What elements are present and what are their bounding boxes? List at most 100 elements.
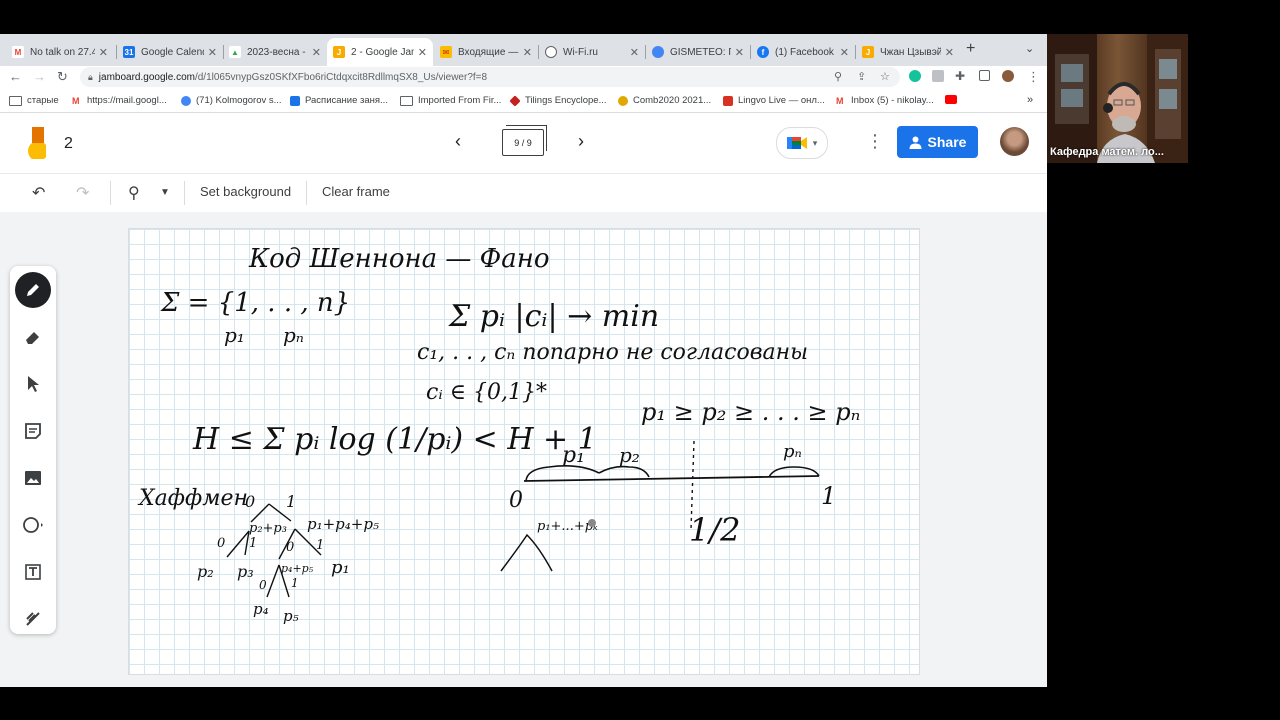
- image-icon: [25, 471, 41, 485]
- frame-bar-toggle[interactable]: 9 / 9: [502, 125, 547, 156]
- redo-icon[interactable]: ↷: [76, 183, 89, 203]
- tree-label: p₁: [331, 557, 350, 578]
- jamboard-logo: [28, 127, 46, 159]
- bookmark-folder-old[interactable]: старые: [9, 95, 59, 106]
- new-tab-button[interactable]: +: [966, 40, 975, 58]
- grammarly-icon[interactable]: [909, 70, 921, 82]
- shape-tool[interactable]: [15, 507, 51, 543]
- more-options-icon[interactable]: ⋮: [866, 131, 884, 152]
- close-tab-icon[interactable]: ✕: [312, 46, 321, 59]
- objective-text: Σ pᵢ |cᵢ| → min: [448, 299, 659, 334]
- eraser-tool[interactable]: [15, 319, 51, 355]
- set-background-button[interactable]: Set background: [200, 184, 291, 199]
- bookmark-label: Lingvo Live — онл...: [738, 95, 825, 106]
- close-tab-icon[interactable]: ✕: [630, 46, 639, 59]
- bookmark-folder-imported[interactable]: Imported From Fir...: [400, 95, 501, 106]
- title-text: Код Шеннона — Фано: [248, 244, 550, 274]
- tab-drive[interactable]: ▲ 2023-весна - ✕: [223, 38, 327, 66]
- tab-title: No talk on 27.4: [30, 46, 95, 58]
- back-arrow-icon[interactable]: ←: [9, 69, 22, 84]
- share-button[interactable]: Share: [897, 126, 978, 158]
- tree-label: 0: [217, 536, 225, 551]
- next-frame-chevron-icon[interactable]: ›: [578, 131, 584, 152]
- jamboard-icon: J: [333, 46, 345, 58]
- pen-tool[interactable]: [15, 272, 51, 308]
- bookmark-lingvo[interactable]: Lingvo Live — онл...: [723, 95, 825, 106]
- tab-title: 2023-весна -: [247, 46, 306, 58]
- share-page-icon[interactable]: ⇪: [857, 70, 866, 83]
- undo-icon[interactable]: ↶: [32, 183, 45, 203]
- bookmark-inbox[interactable]: M Inbox (5) - nikolay...: [836, 95, 934, 106]
- bookmark-schedule[interactable]: Расписание заня...: [290, 95, 388, 106]
- meet-present-button[interactable]: ▾: [776, 127, 828, 159]
- tab-facebook[interactable]: f (1) Facebook ✕: [751, 38, 855, 66]
- extension-icon[interactable]: [932, 70, 944, 82]
- bookmark-gmail[interactable]: Mhttps://mail.googl...: [72, 95, 167, 106]
- tab-jamboard-2[interactable]: J Чжан Цзывэй ✕: [856, 38, 960, 66]
- tree-label: p₃: [237, 562, 254, 581]
- interval-pn: pₙ: [783, 441, 802, 462]
- bookmark-label: Inbox (5) - nikolay...: [851, 95, 934, 106]
- interval-p1: p₁: [562, 443, 585, 468]
- bookmark-kolmogorov[interactable]: (71) Kolmogorov s...: [181, 95, 282, 106]
- tab-gmail[interactable]: M No talk on 27.4 ✕: [6, 38, 114, 66]
- close-tab-icon[interactable]: ✕: [945, 46, 954, 59]
- bookmark-label: (71) Kolmogorov s...: [196, 95, 282, 106]
- sticky-note-tool[interactable]: [15, 413, 51, 449]
- tab-yandex-mail[interactable]: ✉ Входящие — ✕: [434, 38, 538, 66]
- document-name[interactable]: 2: [64, 135, 73, 153]
- whiteboard-canvas[interactable]: Код Шеннона — Фано Σ = {1, . . , n} p₁ p…: [128, 228, 920, 675]
- ordering-text: p₁ ≥ p₂ ≥ . . . ≥ pₙ: [641, 398, 860, 426]
- side-panel-icon[interactable]: [979, 70, 990, 81]
- tab-title: Google Calendar: [141, 46, 204, 58]
- close-tab-icon[interactable]: ✕: [99, 46, 108, 59]
- clear-frame-button[interactable]: Clear frame: [322, 184, 390, 199]
- browser-menu-icon[interactable]: ⋮: [1027, 69, 1040, 85]
- close-tab-icon[interactable]: ✕: [418, 46, 427, 59]
- reload-icon[interactable]: ↻: [57, 69, 68, 85]
- forward-arrow-icon[interactable]: →: [33, 69, 46, 84]
- tab-search-chevron-icon[interactable]: ⌄: [1025, 42, 1034, 55]
- text-box-tool[interactable]: [15, 554, 51, 590]
- select-tool[interactable]: [15, 366, 51, 402]
- close-tab-icon[interactable]: ✕: [208, 46, 217, 59]
- text-box-icon: [25, 564, 41, 580]
- bookmark-label: https://mail.googl...: [87, 95, 167, 106]
- zoom-icon[interactable]: ⚲: [128, 183, 140, 203]
- previous-frame-chevron-icon[interactable]: ‹: [455, 131, 461, 152]
- probabilities-text: p₁ pₙ: [224, 323, 304, 347]
- more-bookmarks-chevron-icon[interactable]: »: [1027, 94, 1033, 106]
- close-tab-icon[interactable]: ✕: [840, 46, 849, 59]
- laser-pointer-icon: [26, 612, 40, 626]
- laser-tool[interactable]: [15, 601, 51, 637]
- bookmark-youtube[interactable]: [945, 95, 962, 104]
- tree-label: p₄: [253, 600, 269, 618]
- zoom-dropdown-icon[interactable]: ▼: [160, 187, 170, 198]
- close-tab-icon[interactable]: ✕: [523, 46, 532, 59]
- bookmark-comb2020[interactable]: Comb2020 2021...: [618, 95, 711, 106]
- membership-text: cᵢ ∈ {0,1}*: [426, 380, 547, 405]
- tree-label: 1: [286, 492, 296, 511]
- account-avatar[interactable]: [1000, 127, 1029, 156]
- profile-avatar[interactable]: [1002, 70, 1014, 82]
- drive-icon: ▲: [229, 46, 241, 58]
- tab-gismeteo[interactable]: GISMETEO: П ✕: [646, 38, 750, 66]
- gmail-icon: M: [836, 95, 844, 106]
- huffman-tree-labels: 0 1 p₂+p₃ p₁+p₄+p₅ 0 1 0 1 p₂ p₃ p₄+p₅ p…: [197, 492, 379, 625]
- youtube-icon: [945, 95, 957, 104]
- huffman-label: Хаффмен: [137, 486, 248, 511]
- bookmarks-bar: старые Mhttps://mail.googl... (71) Kolmo…: [0, 90, 1047, 113]
- navigation-bar: ← → ↻ 🔒︎ jamboard.google.com/d/1l065vnyp…: [0, 66, 1047, 90]
- tab-jamboard[interactable]: J 2 - Google Jam ✕: [327, 38, 433, 66]
- address-bar[interactable]: 🔒︎ jamboard.google.com/d/1l065vnypGsz0SK…: [80, 67, 900, 87]
- puzzle-icon[interactable]: ✚: [955, 69, 965, 83]
- tab-calendar[interactable]: 31 Google Calendar ✕: [117, 38, 223, 66]
- image-tool[interactable]: [15, 460, 51, 496]
- close-tab-icon[interactable]: ✕: [735, 46, 744, 59]
- bookmark-star-icon[interactable]: ☆: [880, 70, 890, 83]
- alphabet-text: Σ = {1, . . , n}: [160, 288, 350, 318]
- zoom-icon[interactable]: ⚲: [834, 70, 842, 83]
- bookmark-tilings[interactable]: Tilings Encyclope...: [509, 94, 607, 107]
- tab-wifi[interactable]: Wi-Fi.ru ✕: [539, 38, 645, 66]
- tab-title: Чжан Цзывэй: [880, 46, 941, 58]
